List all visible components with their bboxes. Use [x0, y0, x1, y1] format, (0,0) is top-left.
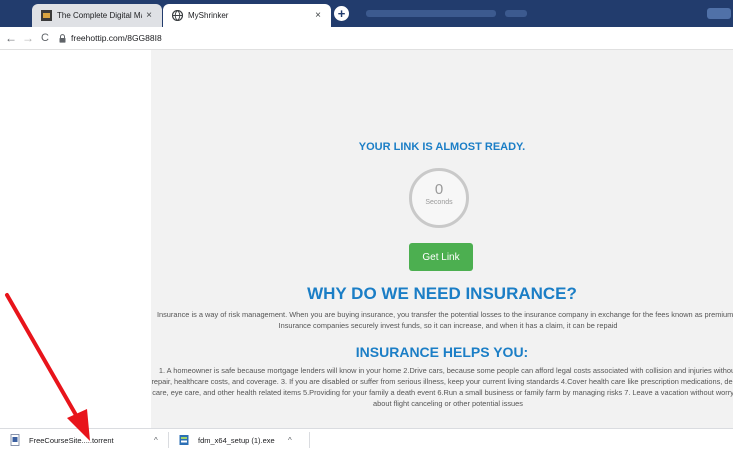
tab-digital-marketing[interactable]: The Complete Digital Marketing ×	[32, 4, 162, 27]
chevron-up-icon[interactable]: ^	[154, 436, 158, 445]
page-margin	[0, 50, 151, 428]
downloads-bar: FreeCourseSite.....torrent ^ fdm_x64_set…	[0, 428, 733, 450]
tab-title: The Complete Digital Marketing	[57, 11, 142, 20]
download-name: FreeCourseSite.....torrent	[29, 435, 114, 445]
lock-icon[interactable]	[59, 34, 66, 43]
countdown-value: 0	[434, 181, 444, 198]
chevron-up-icon[interactable]: ^	[288, 436, 292, 445]
divider	[168, 432, 169, 448]
download-item-fdm-setup[interactable]: fdm_x64_setup (1).exe ^	[179, 429, 309, 450]
insurance-helps-heading: INSURANCE HELPS YOU:	[355, 344, 529, 360]
countdown-timer: 0 Seconds	[409, 168, 469, 228]
why-insurance-heading: WHY DO WE NEED INSURANCE?	[307, 284, 577, 303]
link-ready-heading: YOUR LINK IS ALMOST READY.	[358, 141, 526, 153]
globe-icon	[172, 10, 183, 21]
tab-title: MyShrinker	[188, 11, 229, 20]
browser-window: The Complete Digital Marketing × MyShrin…	[0, 0, 733, 450]
page-content: YOUR LINK IS ALMOST READY. 0 Seconds Get…	[151, 50, 733, 428]
countdown-unit: Seconds	[425, 199, 453, 206]
download-name: fdm_x64_setup (1).exe	[198, 435, 275, 445]
insurance-helps-text: 1. A homeowner is safe because mortgage …	[151, 366, 733, 408]
course-favicon-icon	[41, 10, 52, 21]
torrent-file-icon	[10, 434, 20, 446]
close-tab-icon[interactable]: ×	[311, 10, 325, 21]
tab-strip: The Complete Digital Marketing × MyShrin…	[0, 0, 733, 27]
tab-myshrinker[interactable]: MyShrinker ×	[163, 4, 331, 27]
browser-toolbar: ← → C freehottip.com/8GG88I8	[0, 27, 733, 50]
address-bar[interactable]: freehottip.com/8GG88I8	[71, 33, 162, 43]
blurred-window-control	[707, 8, 731, 19]
reload-button[interactable]: C	[38, 31, 52, 45]
close-tab-icon[interactable]: ×	[142, 10, 156, 21]
blurred-tab	[366, 10, 496, 17]
why-insurance-text: Insurance is a way of risk management. W…	[156, 310, 733, 330]
download-item-torrent[interactable]: FreeCourseSite.....torrent ^	[10, 429, 170, 450]
installer-file-icon	[179, 435, 189, 445]
new-tab-button[interactable]: +	[334, 6, 349, 21]
get-link-button[interactable]: Get Link	[409, 243, 473, 271]
forward-button[interactable]: →	[21, 31, 35, 45]
back-button[interactable]: ←	[4, 31, 18, 45]
blurred-tab	[505, 10, 527, 17]
divider	[309, 432, 310, 448]
